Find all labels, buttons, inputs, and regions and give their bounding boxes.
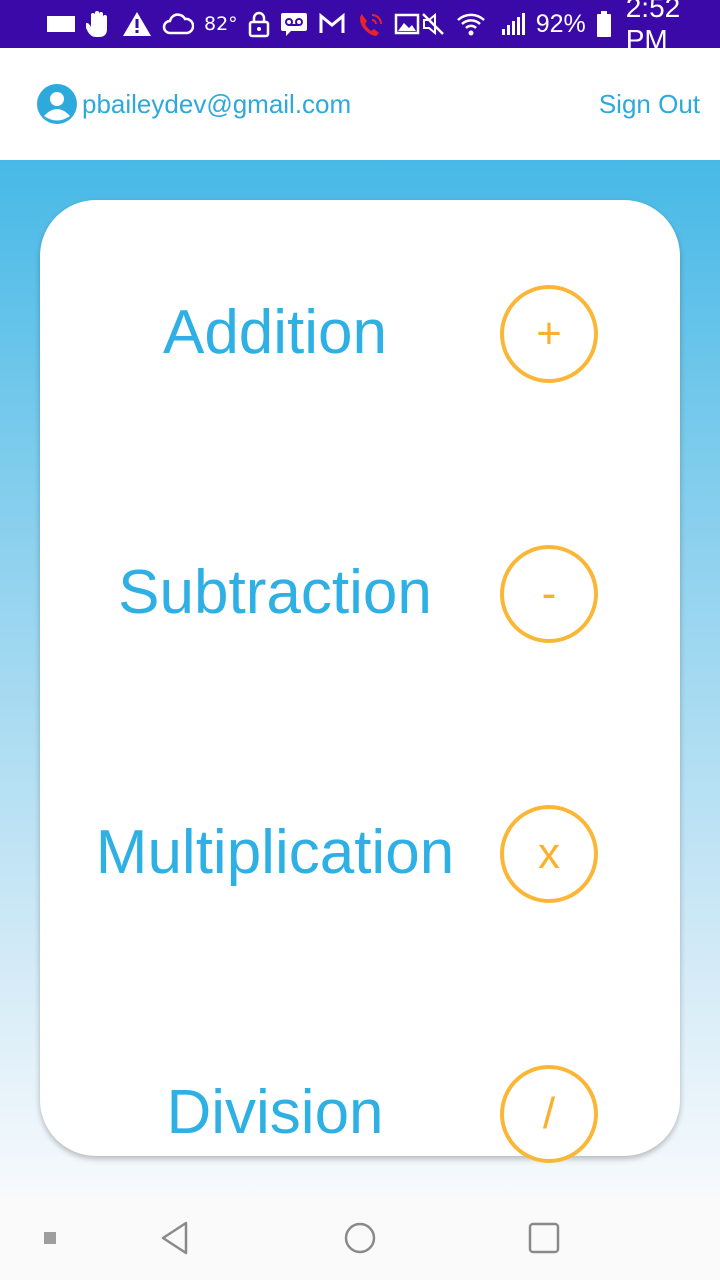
multiplication-button[interactable]: x (500, 805, 598, 903)
notification-square-icon (46, 9, 76, 39)
warning-icon (122, 9, 152, 39)
addition-button[interactable]: + (500, 285, 598, 383)
home-icon[interactable] (336, 1216, 384, 1260)
main-area: Addition + Subtraction - Multiplication … (0, 160, 720, 1196)
hand-icon (86, 9, 112, 39)
image-icon (394, 9, 420, 39)
lock-icon (248, 9, 270, 39)
voicemail-icon (280, 9, 308, 39)
account-icon (36, 83, 78, 125)
sign-out-button[interactable]: Sign Out (599, 89, 700, 120)
operation-label: Subtraction (118, 558, 432, 627)
back-icon[interactable] (150, 1216, 200, 1260)
wifi-icon (456, 9, 486, 39)
cloud-icon (162, 9, 194, 39)
battery-percent-text: 92% (535, 9, 586, 38)
battery-icon (596, 9, 612, 39)
overview-icon[interactable] (520, 1216, 568, 1260)
operations-card: Addition + Subtraction - Multiplication … (40, 200, 680, 1163)
navigation-bar (0, 1196, 720, 1280)
signal-icon (496, 9, 526, 39)
operation-label: Multiplication (95, 818, 455, 887)
status-left-icons: 82° (46, 9, 420, 39)
gmail-icon (318, 9, 346, 39)
wifi-calling-icon (356, 9, 384, 39)
subtraction-button[interactable]: - (500, 545, 598, 643)
recent-dot-icon[interactable] (40, 1228, 60, 1248)
user-info: pbaileydev@gmail.com (36, 83, 351, 125)
operation-row-multiplication: Multiplication x (40, 803, 680, 903)
operation-row-addition: Addition + (40, 283, 680, 383)
status-bar: 82° 92% 2:52 PM (0, 0, 720, 55)
operation-row-subtraction: Subtraction - (40, 543, 680, 643)
operation-label: Division (166, 1078, 384, 1147)
division-button[interactable]: / (500, 1065, 598, 1163)
operation-label: Addition (162, 298, 388, 367)
app-header: pbaileydev@gmail.com Sign Out (0, 48, 720, 160)
operation-row-division: Division / (40, 1063, 680, 1163)
mute-icon (420, 9, 446, 39)
temperature-text: 82° (204, 13, 238, 35)
user-email: pbaileydev@gmail.com (82, 88, 352, 119)
